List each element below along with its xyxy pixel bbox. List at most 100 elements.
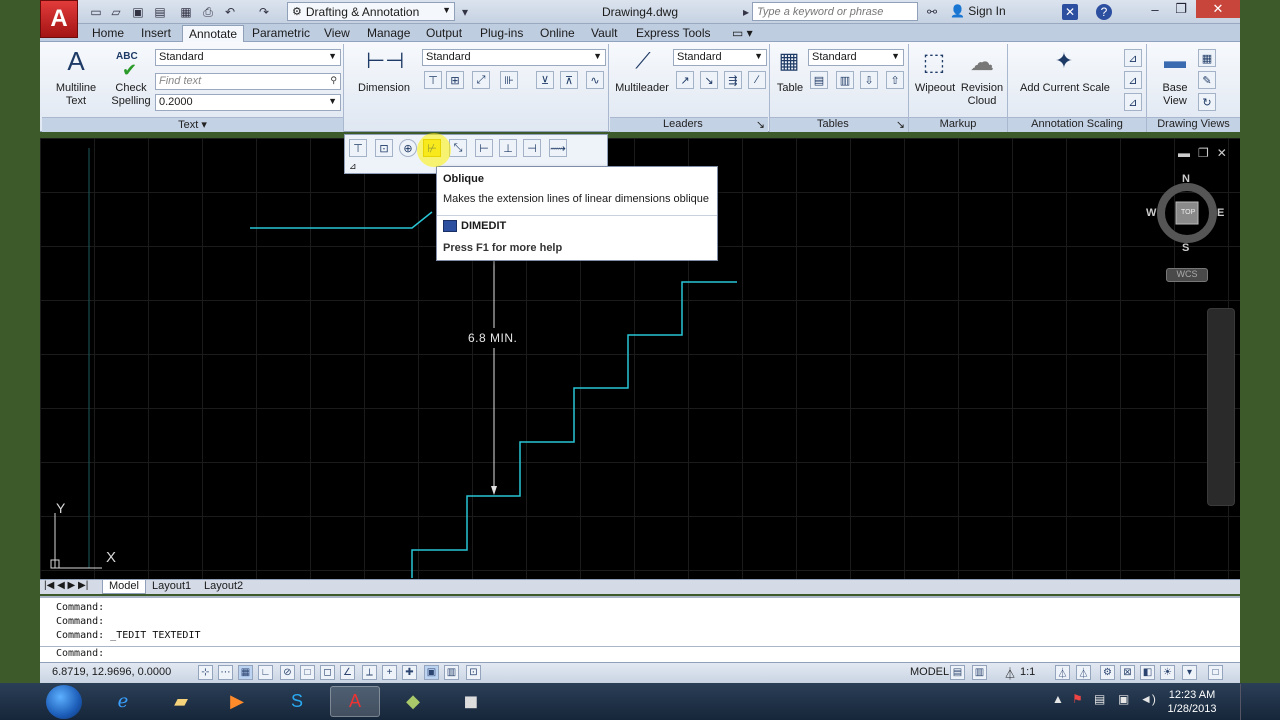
multileader-icon[interactable]: ⟋	[626, 48, 660, 74]
skype-icon[interactable]: S	[272, 686, 322, 717]
annotation-scaling-panel-title[interactable]: Annotation Scaling	[1008, 117, 1146, 132]
text-height-select[interactable]: 0.2000 ▼	[155, 94, 341, 111]
save-icon[interactable]: ▣	[130, 4, 146, 20]
auto-scale-icon[interactable]: ⏃	[1076, 665, 1091, 680]
internet-explorer-icon[interactable]: ℯ	[98, 686, 148, 717]
lineweight-icon[interactable]: ✚	[402, 665, 417, 680]
reassociate-icon[interactable]: ∿	[586, 71, 604, 89]
collect-leaders-icon[interactable]: ∕	[748, 71, 766, 89]
dimension-icon[interactable]: ⊢⊣	[366, 48, 404, 74]
close-button[interactable]: ✕	[1196, 0, 1240, 18]
adjust-space-icon[interactable]: ⊪	[500, 71, 518, 89]
start-button[interactable]	[46, 685, 82, 719]
scale-list-icon[interactable]: ⊿	[1124, 49, 1142, 67]
add-scale-icon[interactable]: ✦	[1048, 48, 1080, 74]
table-link-icon[interactable]: ▥	[836, 71, 854, 89]
help-icon[interactable]: ?	[1096, 4, 1112, 20]
system-clock[interactable]: 12:23 AM 1/28/2013	[1160, 688, 1224, 716]
volume-icon[interactable]: ◄)	[1140, 692, 1156, 706]
media-player-icon[interactable]: ▶	[212, 686, 262, 717]
tab-layout2[interactable]: Layout2	[198, 580, 249, 594]
inspect-icon[interactable]: ⊻	[536, 71, 554, 89]
workspace-selector[interactable]: ⚙ Drafting & Annotation ▼	[287, 2, 455, 21]
infer-constraints-icon[interactable]: ⊹	[198, 665, 213, 680]
viewcube-top-label[interactable]: TOP	[1181, 209, 1195, 216]
compass-south[interactable]: S	[1182, 242, 1189, 254]
multileader-style-select[interactable]: Standard ▼	[673, 49, 767, 66]
wcs-menu[interactable]: WCS	[1166, 268, 1208, 282]
app-taskbar-icon[interactable]: ◆	[388, 686, 438, 717]
text-angle-icon[interactable]: ⤡	[449, 139, 467, 157]
continue-dimension-icon[interactable]: ⊞	[446, 71, 464, 89]
base-view-icon[interactable]: ▬	[1160, 48, 1190, 74]
dimension-style-icon[interactable]: ⊤	[349, 139, 367, 157]
redo-icon[interactable]: ↷	[256, 4, 272, 20]
scale-visibility-icon[interactable]: ⊿	[1124, 93, 1142, 111]
annotation-visibility-icon[interactable]: ⏃	[1055, 665, 1070, 680]
align-leaders-icon[interactable]: ⇶	[724, 71, 742, 89]
jogged-linear-icon[interactable]: ⊼	[560, 71, 578, 89]
update-view-icon[interactable]: ↻	[1198, 93, 1216, 111]
tab-vault[interactable]: Vault	[585, 25, 623, 41]
hardware-acceleration-icon[interactable]: ◧	[1140, 665, 1155, 680]
object-snap-tracking-icon[interactable]: ∠	[340, 665, 355, 680]
clean-screen-icon[interactable]: □	[1208, 665, 1223, 680]
revision-cloud-button[interactable]: Revision Cloud	[958, 82, 1006, 108]
tab-output[interactable]: Output	[420, 25, 468, 41]
tray-expand-icon[interactable]: ▲	[1052, 692, 1064, 706]
quick-dimension-icon[interactable]: ⊤	[424, 71, 442, 89]
chevron-down-icon[interactable]: ▾	[457, 4, 473, 20]
dimension-update-icon[interactable]: ⟿	[549, 139, 567, 157]
find-text-input[interactable]: Find text ⚲	[155, 73, 341, 90]
polar-tracking-icon[interactable]: ⊘	[280, 665, 295, 680]
table-button[interactable]: Table	[772, 82, 808, 95]
tab-plugins[interactable]: Plug-ins	[474, 25, 529, 41]
print-icon[interactable]: ⎙	[200, 4, 216, 20]
revision-cloud-icon[interactable]: ☁	[966, 48, 998, 77]
selection-cycling-icon[interactable]: ⊡	[466, 665, 481, 680]
recorder-taskbar-icon[interactable]: ◼	[446, 686, 496, 717]
action-center-icon[interactable]: ⚑	[1072, 692, 1083, 706]
check-spelling-button[interactable]: Check Spelling	[108, 82, 154, 108]
open-folder-icon[interactable]: ▱	[108, 4, 124, 20]
grid-display-icon[interactable]: ▦	[238, 665, 253, 680]
save-as-icon[interactable]: ▤	[152, 4, 168, 20]
remove-leader-icon[interactable]: ↘	[700, 71, 718, 89]
pin-icon[interactable]: ⊿	[349, 161, 357, 172]
autocad-taskbar-icon[interactable]: A	[330, 686, 380, 717]
tab-annotate[interactable]: Annotate	[182, 25, 245, 43]
quick-view-drawings-icon[interactable]: ▥	[972, 665, 987, 680]
multileader-button[interactable]: Multileader	[610, 82, 674, 95]
tab-home[interactable]: Home	[86, 25, 130, 41]
table-upload-icon[interactable]: ⇧	[886, 71, 904, 89]
dynamic-ucs-icon[interactable]: ⟂	[362, 665, 377, 680]
viewport-close-icon[interactable]: ✕	[1217, 146, 1227, 160]
command-input[interactable]: Command:	[40, 646, 1240, 662]
snap-mode-icon[interactable]: ⋯	[218, 665, 233, 680]
new-file-icon[interactable]: ▭	[88, 4, 104, 20]
add-leader-icon[interactable]: ↗	[676, 71, 694, 89]
tables-panel-title[interactable]: Tables ↘	[770, 117, 908, 132]
tab-manage[interactable]: Manage	[361, 25, 416, 41]
edit-view-icon[interactable]: ✎	[1198, 71, 1216, 89]
plot-preview-icon[interactable]: ▦	[178, 4, 194, 20]
tab-insert[interactable]: Insert	[135, 25, 177, 41]
drawing-views-panel-title[interactable]: Drawing Views	[1147, 117, 1240, 132]
model-space-toggle[interactable]: MODEL	[910, 666, 949, 678]
text-style-select[interactable]: Standard ▼	[155, 49, 341, 66]
display-icon[interactable]: ▣	[1118, 692, 1129, 706]
transparency-icon[interactable]: ▣	[424, 665, 439, 680]
dimension-override-icon[interactable]: ⊡	[375, 139, 393, 157]
center-mark-icon[interactable]: ⊕	[399, 139, 417, 157]
tab-online[interactable]: Online	[534, 25, 581, 41]
dimension-button[interactable]: Dimension	[354, 82, 414, 95]
object-snap-icon[interactable]: □	[300, 665, 315, 680]
multiline-text-button[interactable]: Multiline Text	[48, 82, 104, 108]
dynamic-input-icon[interactable]: +	[382, 665, 397, 680]
base-view-button[interactable]: Base View	[1152, 82, 1198, 108]
navigation-bar[interactable]	[1207, 308, 1235, 506]
application-menu-button[interactable]: A	[40, 0, 78, 38]
quick-view-layouts-icon[interactable]: ▤	[950, 665, 965, 680]
table-download-icon[interactable]: ⇩	[860, 71, 878, 89]
table-style-select[interactable]: Standard ▼	[808, 49, 904, 66]
